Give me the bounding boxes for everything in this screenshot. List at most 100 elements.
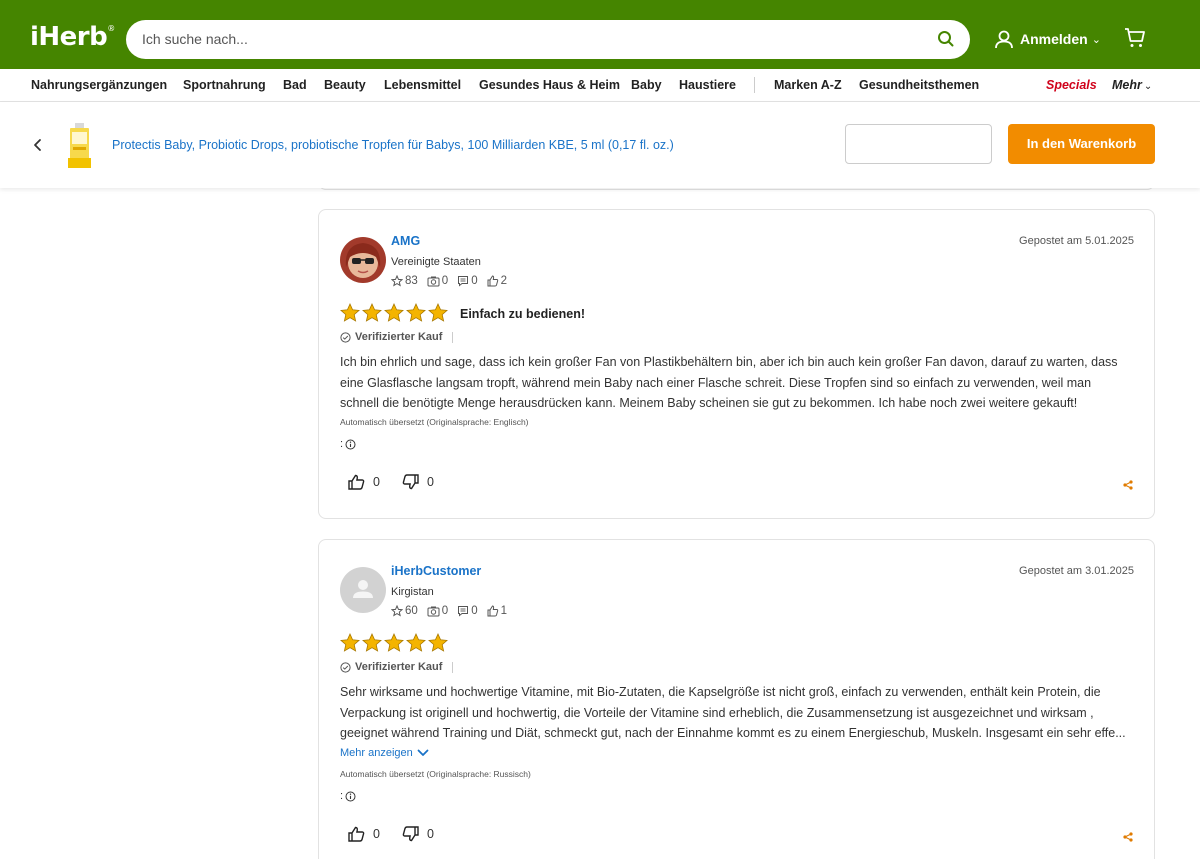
show-more-link[interactable]: Mehr anzeigen [340,747,429,759]
verified-label: Verifizierter Kauf [355,331,443,343]
nav-item-haustiere[interactable]: Haustiere [679,78,736,92]
show-more-label: Mehr anzeigen [340,747,413,759]
avatar-photo [340,237,386,283]
thumbs-up-icon [487,605,498,617]
like-button[interactable]: 0 [348,826,380,842]
stat-reviews: 0 [457,275,478,287]
nav-item-bad[interactable]: Bad [283,78,307,92]
thumbs-up-icon [348,474,365,490]
chevron-down-icon: ⌄ [1091,33,1101,46]
cart-icon[interactable] [1124,27,1146,49]
avatar[interactable] [340,567,386,613]
product-thumbnail[interactable] [68,122,91,168]
chevron-down-icon [417,749,429,756]
stat-stars-count: 83 [405,275,418,287]
camera-icon [427,276,440,287]
check-circle-icon [340,661,351,673]
sign-in-button[interactable]: Anmelden ⌄ [994,27,1101,51]
info-icon[interactable] [345,791,356,802]
reviewer-name[interactable]: AMG [391,234,420,248]
nav-item-beauty[interactable]: Beauty [324,78,366,92]
star-filled-icon [428,633,448,652]
logo-text: iHerb [30,22,108,52]
reviewer-country: Kirgistan [391,586,434,598]
stat-stars-count: 60 [405,605,418,617]
star-filled-icon [384,633,404,652]
stat-helpful-count: 1 [500,605,508,617]
dislike-button[interactable]: 0 [402,826,434,842]
search-icon[interactable] [936,29,956,49]
info-icon[interactable] [345,439,356,450]
divider [452,661,454,673]
star-outline-icon [391,275,403,287]
nav-item-gesundes-haus[interactable]: Gesundes Haus & Heim [479,78,620,92]
divider [452,331,454,343]
nav-item-lebensmittel[interactable]: Lebensmittel [384,78,461,92]
nav-item-sportnahrung[interactable]: Sportnahrung [183,78,266,92]
star-outline-icon [391,605,403,617]
stat-photos: 0 [427,605,448,617]
stat-helpful: 2 [487,275,507,287]
reviewer-name[interactable]: iHerbCustomer [391,564,481,578]
quantity-input[interactable] [845,124,992,164]
nav-item-more[interactable]: Mehr ⌄ [1112,78,1152,92]
product-title[interactable]: Protectis Baby, Probiotic Drops, probiot… [112,138,674,152]
review-card: AMG Vereinigte Staaten 83 0 0 2 Gepostet… [318,209,1155,519]
avatar[interactable] [340,237,386,283]
share-icon[interactable] [1123,832,1133,842]
review-text: Ich bin ehrlich und sage, dass ich kein … [340,355,1118,410]
thumbs-down-icon [402,474,419,490]
star-filled-icon [362,303,382,322]
posted-date: Gepostet am 3.01.2025 [1019,565,1134,577]
like-count: 0 [373,475,380,489]
verified-purchase: Verifizierter Kauf [340,331,454,343]
info-row: : [340,438,356,450]
dislike-button[interactable]: 0 [402,474,434,490]
dislike-count: 0 [426,475,434,489]
comment-icon [458,276,469,287]
add-to-cart-button[interactable]: In den Warenkorb [1008,124,1155,164]
chevron-down-icon: ⌄ [1143,81,1153,92]
review-text: Sehr wirksame und hochwertige Vitamine, … [340,685,1126,740]
posted-date: Gepostet am 5.01.2025 [1019,235,1134,247]
search-bar[interactable]: Ich suche nach... [126,20,970,59]
reviewer-stats: 60 0 0 1 [391,605,516,617]
stat-helpful: 1 [487,605,507,617]
stat-photos: 0 [427,275,448,287]
translation-note: Automatisch übersetzt (Originalsprache: … [340,769,531,779]
star-filled-icon [340,633,360,652]
stat-reviews-count: 0 [471,275,478,287]
like-button[interactable]: 0 [348,474,380,490]
rating-stars [340,633,450,653]
nav-item-specials[interactable]: Specials [1046,78,1097,92]
info-prefix: : [340,438,344,450]
share-icon[interactable] [1123,480,1133,490]
check-circle-icon [340,331,351,343]
thumbs-up-icon [348,826,365,842]
iherb-logo[interactable]: iHerb® [30,22,115,52]
nav-item-nahrungsergaenzungen[interactable]: Nahrungsergänzungen [31,78,167,92]
star-filled-icon [384,303,404,322]
stat-stars: 83 [391,275,418,287]
nav-item-gesundheitsthemen[interactable]: Gesundheitsthemen [859,78,979,92]
star-filled-icon [340,303,360,322]
stat-stars: 60 [391,605,418,617]
user-icon [995,30,1013,49]
nav-more-label: Mehr [1112,78,1142,92]
nav-item-marken[interactable]: Marken A-Z [774,78,842,92]
dislike-count: 0 [426,827,434,841]
review-title: Einfach zu bedienen! [460,307,586,321]
star-filled-icon [406,303,426,322]
rating-stars [340,303,450,323]
category-nav: Nahrungsergänzungen Sportnahrung Bad Bea… [0,69,1200,102]
default-avatar-icon [340,567,386,613]
thumbs-down-icon [402,826,419,842]
review-votes: 0 0 [348,474,456,490]
search-input[interactable]: Ich suche nach... [142,31,248,47]
like-count: 0 [373,827,380,841]
star-filled-icon [428,303,448,322]
nav-item-baby[interactable]: Baby [631,78,662,92]
chevron-left-icon[interactable] [32,137,44,153]
stat-photos-count: 0 [441,275,449,287]
camera-icon [427,606,440,617]
